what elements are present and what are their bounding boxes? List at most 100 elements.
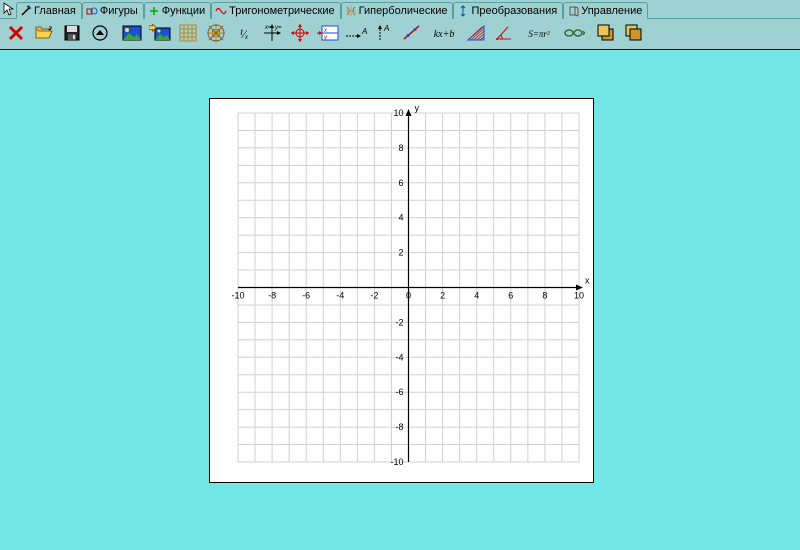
tab-control[interactable]: Управление [563,2,648,19]
target-button[interactable] [287,21,313,47]
svg-text:-4: -4 [395,352,403,362]
arrow-label-button[interactable]: A [343,21,369,47]
door-icon [567,5,579,17]
send-back-button[interactable] [621,21,647,47]
svg-text:-2: -2 [395,317,403,327]
close-icon [7,24,25,45]
svg-text:y=: y= [274,25,282,31]
inverse-x-button[interactable]: ¹⁄ₓ [231,21,257,47]
arrow-up-a-icon: A [374,23,394,46]
tab-main[interactable]: Главная [16,2,82,19]
join-button[interactable] [561,21,587,47]
fill-area-button[interactable] [463,21,489,47]
picture-button[interactable] [119,21,145,47]
wave-icon [215,5,227,17]
floppy-icon [63,24,81,45]
tab-label: Функции [162,5,205,17]
tangent-line-button[interactable] [399,21,425,47]
toolbar: ¹⁄ₓ x= y= xy A A [0,19,800,50]
shapes-tab-icon [86,5,98,17]
svg-text:10: 10 [393,108,403,118]
circle-area-button[interactable]: S=πr² [519,21,559,47]
separator [114,22,118,46]
svg-text:2: 2 [398,248,403,258]
tabs-bar: Главная Фигуры Функции Тригонометрически… [0,0,800,19]
layers-back-icon [624,23,644,46]
tab-functions[interactable]: Функции [144,2,211,19]
svg-text:0: 0 [406,291,411,301]
grid-icon [179,24,197,45]
svg-text:-10: -10 [231,291,244,301]
circle-up-icon [91,24,109,45]
svg-text:4: 4 [474,291,479,301]
angle-button[interactable] [491,21,517,47]
compass-star-icon [206,23,226,46]
kxb-icon: kx+b [434,29,455,40]
tab-hyperbolic[interactable]: Гиперболические [341,2,454,19]
save-button[interactable] [59,21,85,47]
svg-text:A: A [361,27,367,36]
separator [588,22,592,46]
tab-label: Управление [581,5,642,17]
picture-arrow-icon [149,24,171,45]
xy-readout-button[interactable]: xy [315,21,341,47]
svg-text:-6: -6 [302,291,310,301]
angle-icon [494,23,514,46]
tab-trig[interactable]: Тригонометрические [211,2,340,19]
tab-label: Фигуры [100,5,138,17]
svg-text:10: 10 [574,291,584,301]
hyper-icon [345,5,357,17]
bring-front-button[interactable] [593,21,619,47]
transform-icon [457,5,469,17]
svg-text:8: 8 [398,143,403,153]
svg-text:x: x [585,276,590,286]
close-button[interactable] [3,21,29,47]
xy-box-icon: xy [317,24,339,45]
tab-shapes[interactable]: Фигуры [82,2,144,19]
chain-icon [563,26,585,43]
svg-text:y: y [323,35,328,41]
up-button[interactable] [87,21,113,47]
svg-text:-6: -6 [395,387,403,397]
picture-icon [122,24,142,45]
svg-text:-8: -8 [395,422,403,432]
svg-text:A: A [383,24,389,33]
coordinate-grid: -10-8-6-4-20246810-10-8-6-4-2246810xy [210,99,593,482]
wand-icon [20,5,32,17]
plot-canvas[interactable]: -10-8-6-4-20246810-10-8-6-4-2246810xy [209,98,594,483]
picture-export-button[interactable] [147,21,173,47]
arrow-a-icon: A [345,24,367,45]
grid-button[interactable] [175,21,201,47]
tab-label: Тригонометрические [229,5,334,17]
svg-text:-2: -2 [370,291,378,301]
tangent-icon [402,23,422,46]
svg-text:y: y [415,103,420,113]
plus-icon [148,5,160,17]
svg-text:-4: -4 [336,291,344,301]
polar-button[interactable] [203,21,229,47]
svg-text:-10: -10 [390,457,403,467]
hatch-triangle-icon [466,24,486,45]
spr2-icon: S=πr² [528,29,549,39]
svg-text:2: 2 [440,291,445,301]
layers-front-icon [596,23,616,46]
svg-text:x=: x= [264,25,272,31]
svg-text:6: 6 [508,291,513,301]
axes-arrows-icon: x= y= [262,23,282,46]
svg-text:6: 6 [398,178,403,188]
tab-label: Гиперболические [359,5,448,17]
linear-function-button[interactable]: kx+b [427,21,461,47]
svg-text:x: x [323,28,328,34]
axes-button[interactable]: x= y= [259,21,285,47]
folder-open-icon [34,24,54,45]
svg-text:-8: -8 [268,291,276,301]
inverse-x-icon: ¹⁄ₓ [239,27,248,42]
svg-text:8: 8 [542,291,547,301]
workspace[interactable]: -10-8-6-4-20246810-10-8-6-4-2246810xy [0,50,800,550]
open-button[interactable] [31,21,57,47]
tab-transforms[interactable]: Преобразования [453,2,563,19]
svg-text:4: 4 [398,213,403,223]
arrow-up-label-button[interactable]: A [371,21,397,47]
crosshair-icon [290,23,310,46]
tab-label: Главная [34,5,76,17]
